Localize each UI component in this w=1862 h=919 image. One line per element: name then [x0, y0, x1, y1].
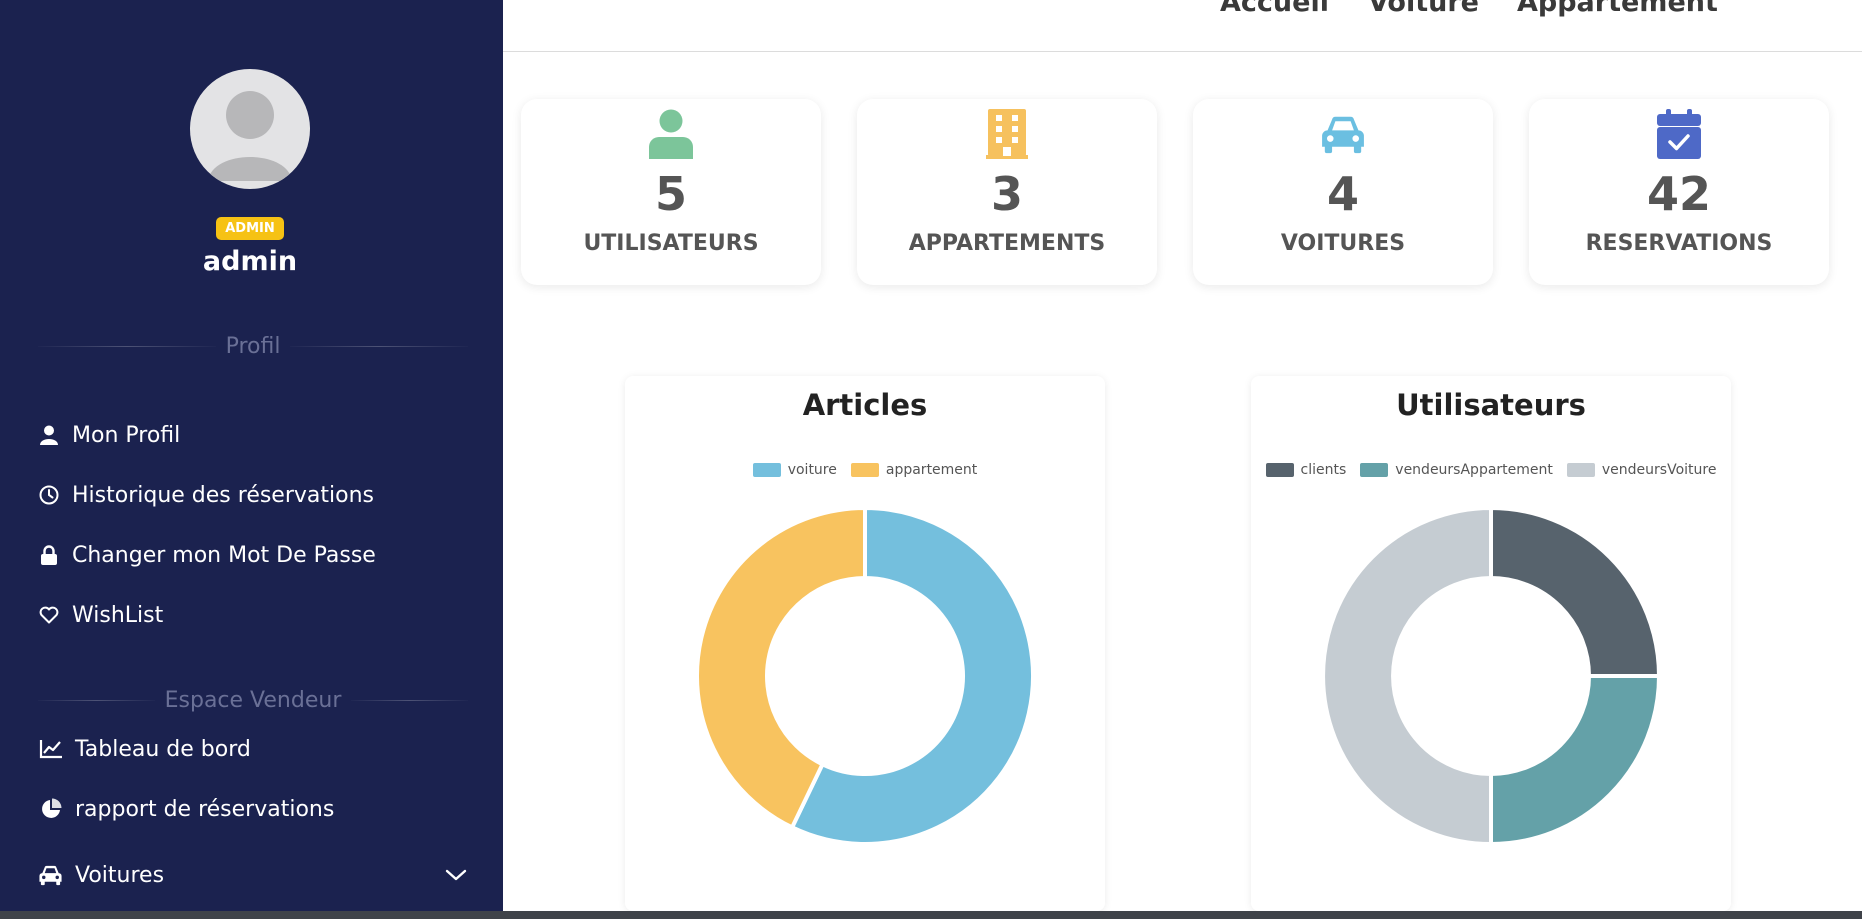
chart-card-utilisateurs: Utilisateurs clients vendeursAppartement… [1251, 376, 1731, 911]
stat-card-reservations: 42 RESERVATIONS [1529, 99, 1829, 285]
donut-slice-clients[interactable] [1489, 506, 1661, 678]
legend-swatch [1566, 463, 1595, 477]
avatar[interactable] [190, 69, 310, 189]
donut-chart-articles [695, 506, 1035, 846]
sidebar-item-wishlist[interactable]: WishList [38, 595, 478, 635]
stat-label: APPARTEMENTS [908, 231, 1106, 256]
line-chart-icon [38, 738, 63, 760]
role-badge: ADMIN [216, 217, 284, 240]
donut-chart-utilisateurs [1321, 506, 1661, 846]
nav-link-voiture[interactable]: Voiture [1368, 0, 1479, 18]
stat-value: 42 [1646, 167, 1711, 221]
legend-label: appartement [885, 462, 978, 478]
clock-icon [38, 484, 60, 506]
sidebar-item-tableau-de-bord[interactable]: Tableau de bord [38, 729, 478, 769]
sidebar-item-label: Tableau de bord [75, 736, 251, 762]
top-navigation: Accueil Voiture Appartement [503, 0, 1862, 52]
legend-swatch [1360, 463, 1389, 477]
stat-label: RESERVATIONS [1585, 231, 1773, 256]
sidebar-item-label: WishList [72, 602, 164, 628]
chart-title: Articles [802, 388, 928, 422]
sidebar-item-changer-mot-de-passe[interactable]: Changer mon Mot De Passe [38, 535, 478, 575]
legend-swatch [850, 463, 879, 477]
donut-slice-vendeursAppartement[interactable] [1489, 674, 1661, 846]
stat-label: UTILISATEURS [583, 231, 759, 256]
stat-card-appartements: 3 APPARTEMENTS [857, 99, 1157, 285]
sidebar-item-historique[interactable]: Historique des réservations [38, 475, 478, 515]
building-icon [982, 109, 1032, 159]
nav-link-accueil[interactable]: Accueil [1220, 0, 1329, 18]
sidebar-item-label: Mon Profil [72, 422, 181, 448]
legend-label: voiture [787, 462, 837, 478]
sidebar-item-mon-profil[interactable]: Mon Profil [38, 415, 478, 455]
legend-item[interactable]: vendeursVoiture [1566, 462, 1717, 478]
sidebar-item-label: Changer mon Mot De Passe [72, 542, 376, 568]
sidebar-item-voitures[interactable]: Voitures [38, 855, 478, 895]
lock-icon [38, 544, 60, 566]
stat-label: VOITURES [1280, 231, 1406, 256]
car-icon [1318, 109, 1368, 159]
legend-item[interactable]: vendeursAppartement [1360, 462, 1553, 478]
legend-swatch [752, 463, 781, 477]
chart-legend: clients vendeursAppartement vendeursVoit… [1251, 462, 1731, 478]
nav-link-appartement[interactable]: Appartement [1517, 0, 1718, 18]
sidebar-item-label: Historique des réservations [72, 482, 374, 508]
legend-swatch [1265, 463, 1294, 477]
pie-chart-icon [38, 798, 63, 820]
stat-value: 5 [654, 167, 687, 221]
stat-card-utilisateurs: 5 UTILISATEURS [521, 99, 821, 285]
legend-label: vendeursAppartement [1395, 462, 1553, 478]
legend-item[interactable]: appartement [850, 462, 978, 478]
chevron-down-icon[interactable] [444, 865, 468, 885]
stat-value: 3 [990, 167, 1023, 221]
section-divider-profile: Profil [38, 331, 468, 361]
legend-label: vendeursVoiture [1601, 462, 1717, 478]
user-icon [38, 424, 60, 446]
sidebar-item-rapport-reservations[interactable]: rapport de réservations [38, 789, 478, 829]
legend-label: clients [1300, 462, 1347, 478]
legend-item[interactable]: voiture [752, 462, 837, 478]
heart-icon [38, 604, 60, 626]
section-title-profile: Profil [225, 333, 281, 359]
section-title-vendor: Espace Vendeur [164, 687, 342, 713]
username: admin [202, 246, 298, 277]
donut-slice-vendeursVoiture[interactable] [1321, 506, 1493, 846]
page: ADMIN admin Profil Mon Profil Historique… [0, 0, 1862, 911]
sidebar: ADMIN admin Profil Mon Profil Historique… [0, 0, 503, 911]
section-divider-vendor: Espace Vendeur [38, 685, 468, 715]
chart-title: Utilisateurs [1396, 388, 1586, 422]
user-icon [646, 109, 696, 159]
avatar-placeholder-icon [208, 91, 292, 181]
calendar-check-icon [1654, 109, 1704, 159]
legend-item[interactable]: clients [1265, 462, 1347, 478]
stat-card-voitures: 4 VOITURES [1193, 99, 1493, 285]
stat-value: 4 [1326, 167, 1359, 221]
car-icon [38, 864, 63, 886]
chart-card-articles: Articles voiture appartement [625, 376, 1105, 911]
chart-legend: voiture appartement [625, 462, 1105, 478]
sidebar-item-label: Voitures [75, 862, 165, 888]
sidebar-item-label: rapport de réservations [75, 796, 335, 822]
